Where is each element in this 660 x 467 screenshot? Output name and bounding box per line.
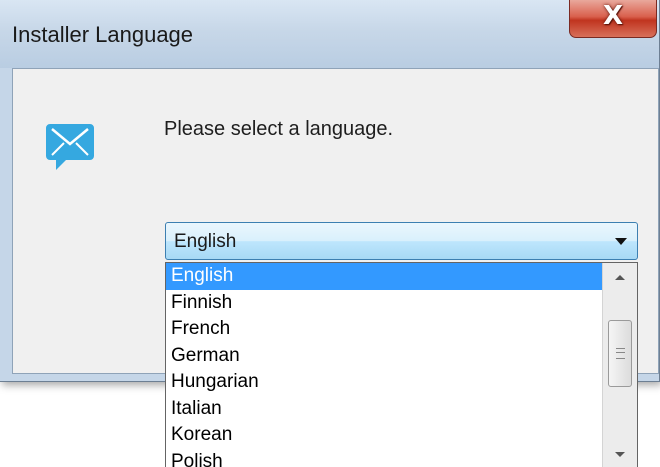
language-option-italian[interactable]: Italian xyxy=(166,396,603,423)
title-bar[interactable]: Installer Language X xyxy=(0,0,659,68)
scrollbar-thumb[interactable] xyxy=(608,320,632,387)
language-option-korean[interactable]: Korean xyxy=(166,422,603,449)
language-option-german[interactable]: German xyxy=(166,343,603,370)
language-options: English Finnish French German Hungarian … xyxy=(166,263,603,467)
language-option-hungarian[interactable]: Hungarian xyxy=(166,369,603,396)
scroll-down-arrow-icon xyxy=(615,452,625,457)
language-option-french[interactable]: French xyxy=(166,316,603,343)
window-title: Installer Language xyxy=(12,22,194,47)
vertical-scrollbar[interactable] xyxy=(602,263,637,467)
language-option-polish[interactable]: Polish xyxy=(166,449,603,467)
close-button[interactable]: X xyxy=(569,0,657,38)
language-option-finnish[interactable]: Finnish xyxy=(166,290,603,317)
grip-icon xyxy=(616,348,625,359)
prompt-text: Please select a language. xyxy=(164,118,394,140)
language-option-english[interactable]: English xyxy=(166,263,603,290)
scroll-up-arrow-icon xyxy=(615,275,625,280)
combobox-selected-value: English xyxy=(174,231,237,252)
scroll-down-button[interactable] xyxy=(603,444,637,466)
close-icon: X xyxy=(602,1,624,31)
language-combobox[interactable]: English xyxy=(165,222,638,260)
dropdown-arrow-icon[interactable] xyxy=(615,238,627,245)
language-dropdown-list[interactable]: English Finnish French German Hungarian … xyxy=(165,262,638,467)
envelope-speech-bubble-icon xyxy=(46,124,94,170)
scroll-up-button[interactable] xyxy=(603,267,637,289)
